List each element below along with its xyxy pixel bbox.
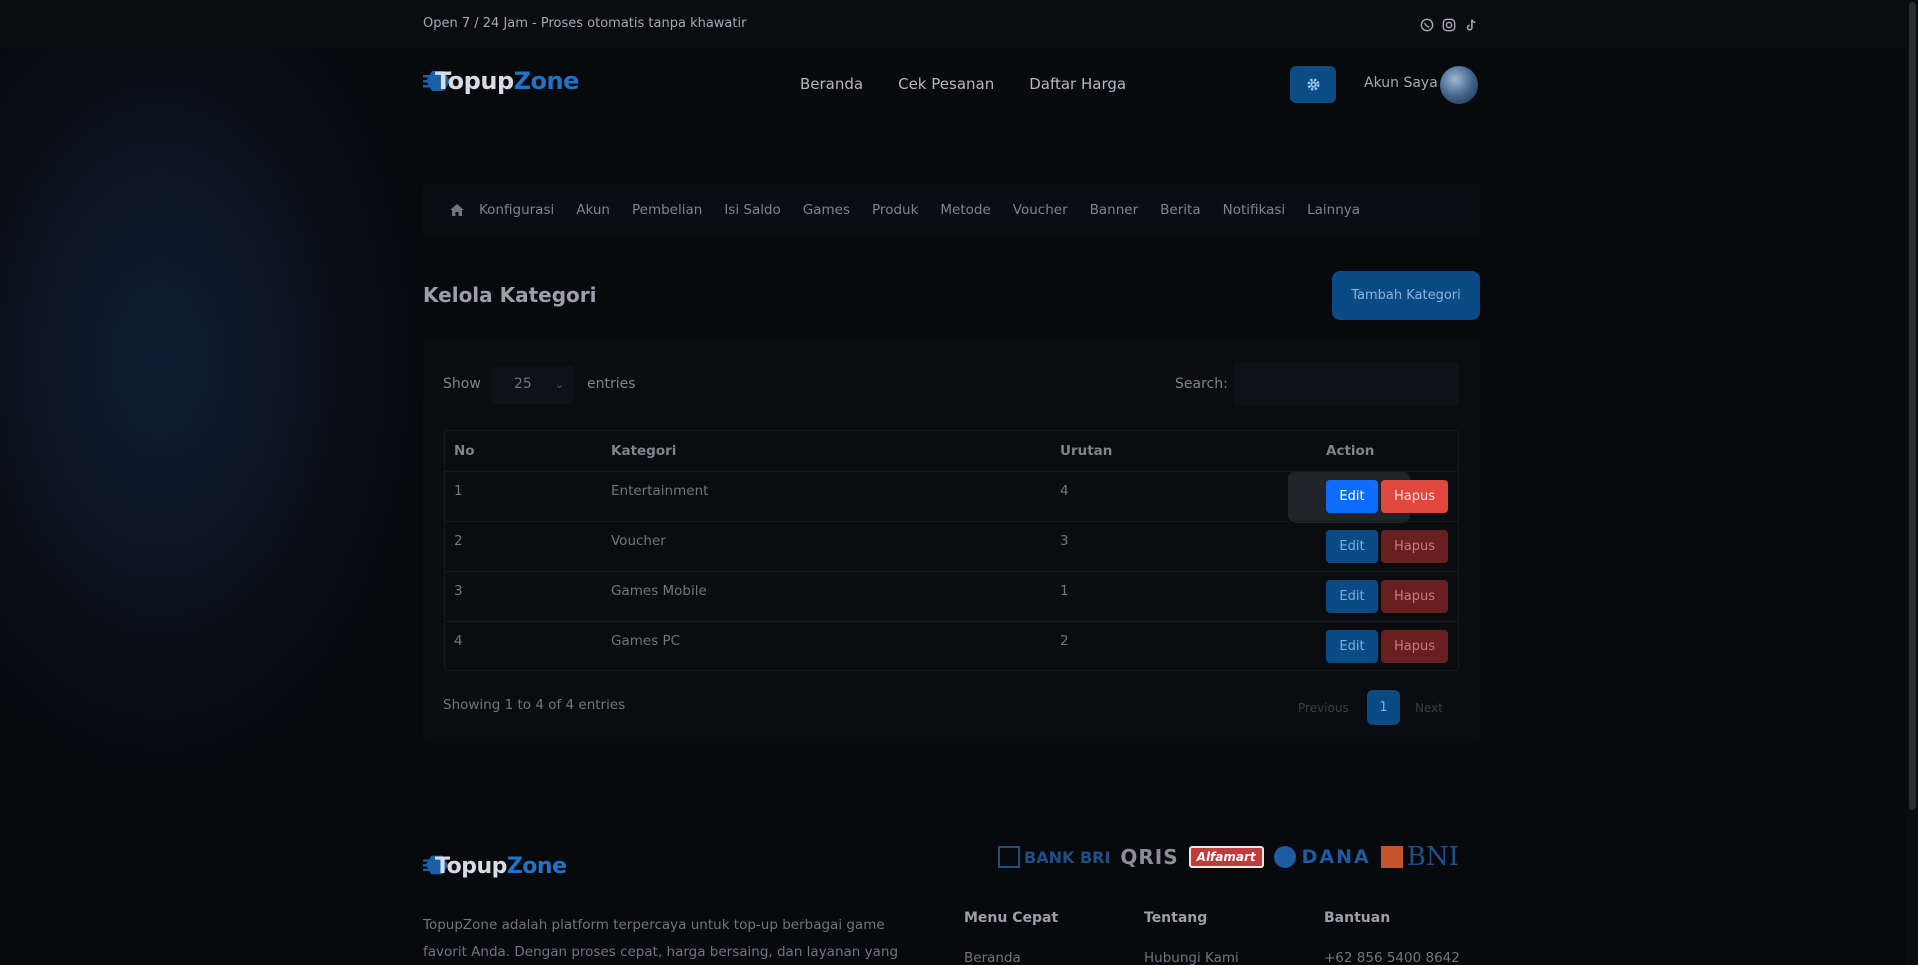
bni-logo: BNI bbox=[1380, 842, 1459, 872]
avatar[interactable] bbox=[1440, 66, 1478, 104]
nav-item-daftar-harga[interactable]: Daftar Harga bbox=[1029, 75, 1126, 93]
qris-logo: QRIS bbox=[1120, 845, 1179, 869]
cell-urutan: 3 bbox=[1060, 533, 1069, 549]
column-header-kategori[interactable]: Kategori bbox=[611, 443, 676, 459]
footer-link-beranda[interactable]: Beranda bbox=[964, 950, 1021, 965]
nav-item-cek-pesanan[interactable]: Cek Pesanan bbox=[898, 75, 994, 93]
column-header-urutan[interactable]: Urutan bbox=[1060, 443, 1112, 459]
search-label: Search: bbox=[1175, 376, 1228, 392]
table-info: Showing 1 to 4 of 4 entries bbox=[443, 697, 626, 713]
column-header-action: Action bbox=[1326, 443, 1375, 459]
cell-urutan: 1 bbox=[1060, 583, 1069, 599]
bank-bri-logo: BANK BRI bbox=[998, 842, 1110, 872]
cell-no: 2 bbox=[454, 533, 463, 549]
settings-button[interactable] bbox=[1290, 66, 1336, 103]
admin-menu-games[interactable]: Games bbox=[803, 202, 850, 218]
payment-logos: BANK BRI QRIS Alfamart DANA BNI bbox=[998, 842, 1459, 872]
table-row bbox=[444, 521, 1459, 571]
home-icon[interactable] bbox=[449, 202, 465, 218]
column-header-no[interactable]: No bbox=[454, 443, 475, 459]
delete-button[interactable]: Hapus bbox=[1381, 630, 1448, 663]
footer-col-title: Tentang bbox=[1144, 910, 1208, 926]
delete-button[interactable]: Hapus bbox=[1381, 480, 1448, 513]
cell-no: 3 bbox=[454, 583, 463, 599]
edit-button[interactable]: Edit bbox=[1326, 630, 1378, 663]
admin-menu-berita[interactable]: Berita bbox=[1160, 202, 1200, 218]
pagination-page-1[interactable]: 1 bbox=[1367, 690, 1400, 725]
dana-logo: DANA bbox=[1273, 842, 1371, 872]
whatsapp-icon[interactable] bbox=[1420, 17, 1434, 32]
page-scrollbar[interactable] bbox=[1907, 0, 1918, 965]
cell-no: 1 bbox=[454, 483, 463, 499]
footer-col-title: Menu Cepat bbox=[964, 910, 1059, 926]
entries-label: entries bbox=[587, 376, 636, 392]
pagination-previous[interactable]: Previous bbox=[1298, 701, 1349, 715]
footer-description: TopupZone adalah platform terpercaya unt… bbox=[423, 917, 899, 960]
cell-urutan: 4 bbox=[1060, 483, 1069, 499]
admin-menu-notifikasi[interactable]: Notifikasi bbox=[1223, 202, 1286, 218]
main-nav: Beranda Cek Pesanan Daftar Harga bbox=[800, 75, 1126, 93]
footer-link-hubungi-kami[interactable]: Hubungi Kami bbox=[1144, 950, 1239, 965]
account-label[interactable]: Akun Saya bbox=[1364, 75, 1438, 91]
scrollbar-thumb[interactable] bbox=[1909, 2, 1916, 810]
admin-menu-banner[interactable]: Banner bbox=[1090, 202, 1139, 218]
page-title: Kelola Kategori bbox=[423, 283, 597, 307]
admin-menu-voucher[interactable]: Voucher bbox=[1013, 202, 1068, 218]
delete-button[interactable]: Hapus bbox=[1381, 580, 1448, 613]
tagline: Open 7 / 24 Jam - Proses otomatis tanpa … bbox=[423, 16, 747, 31]
edit-button[interactable]: Edit bbox=[1326, 480, 1378, 513]
admin-menu-konfigurasi[interactable]: Konfigurasi bbox=[479, 202, 554, 218]
top-info-bar: Open 7 / 24 Jam - Proses otomatis tanpa … bbox=[0, 0, 1918, 48]
edit-button[interactable]: Edit bbox=[1326, 580, 1378, 613]
entries-value: 25 bbox=[514, 376, 532, 392]
cell-no: 4 bbox=[454, 633, 463, 649]
table-row bbox=[444, 471, 1459, 521]
gear-icon bbox=[1306, 78, 1320, 91]
cell-kategori: Voucher bbox=[611, 533, 666, 549]
table-row bbox=[444, 621, 1459, 671]
instagram-icon[interactable] bbox=[1442, 17, 1456, 32]
cell-kategori: Games Mobile bbox=[611, 583, 707, 599]
tiktok-icon[interactable] bbox=[1464, 17, 1478, 31]
footer-phone[interactable]: +62 856 5400 8642 bbox=[1324, 950, 1460, 965]
table-row bbox=[444, 571, 1459, 621]
admin-menu-pembelian[interactable]: Pembelian bbox=[632, 202, 702, 218]
entries-select[interactable]: 25 ⌄ bbox=[492, 366, 574, 404]
background-glow bbox=[0, 0, 480, 965]
nav-item-beranda[interactable]: Beranda bbox=[800, 75, 863, 93]
cell-urutan: 2 bbox=[1060, 633, 1069, 649]
pagination-next[interactable]: Next bbox=[1415, 701, 1443, 715]
footer-brand-logo[interactable]: Topup Zone bbox=[423, 851, 567, 881]
admin-menu-metode[interactable]: Metode bbox=[940, 202, 990, 218]
chevron-down-icon: ⌄ bbox=[554, 378, 564, 391]
admin-menu: Konfigurasi Akun Pembelian Isi Saldo Gam… bbox=[423, 184, 1480, 236]
admin-menu-produk[interactable]: Produk bbox=[872, 202, 918, 218]
edit-button[interactable]: Edit bbox=[1326, 530, 1378, 563]
cell-kategori: Games PC bbox=[611, 633, 681, 649]
footer-col-title: Bantuan bbox=[1324, 910, 1391, 926]
delete-button[interactable]: Hapus bbox=[1381, 530, 1448, 563]
admin-menu-lainnya[interactable]: Lainnya bbox=[1307, 202, 1360, 218]
alfamart-logo: Alfamart bbox=[1188, 842, 1264, 872]
show-label: Show bbox=[443, 376, 481, 392]
social-links bbox=[1420, 17, 1478, 32]
admin-menu-isi-saldo[interactable]: Isi Saldo bbox=[724, 202, 780, 218]
cell-kategori: Entertainment bbox=[611, 483, 709, 499]
brand-logo[interactable]: Topup Zone bbox=[423, 66, 579, 96]
search-input[interactable] bbox=[1233, 363, 1459, 405]
add-category-button[interactable]: Tambah Kategori bbox=[1332, 271, 1480, 320]
admin-menu-akun[interactable]: Akun bbox=[576, 202, 610, 218]
